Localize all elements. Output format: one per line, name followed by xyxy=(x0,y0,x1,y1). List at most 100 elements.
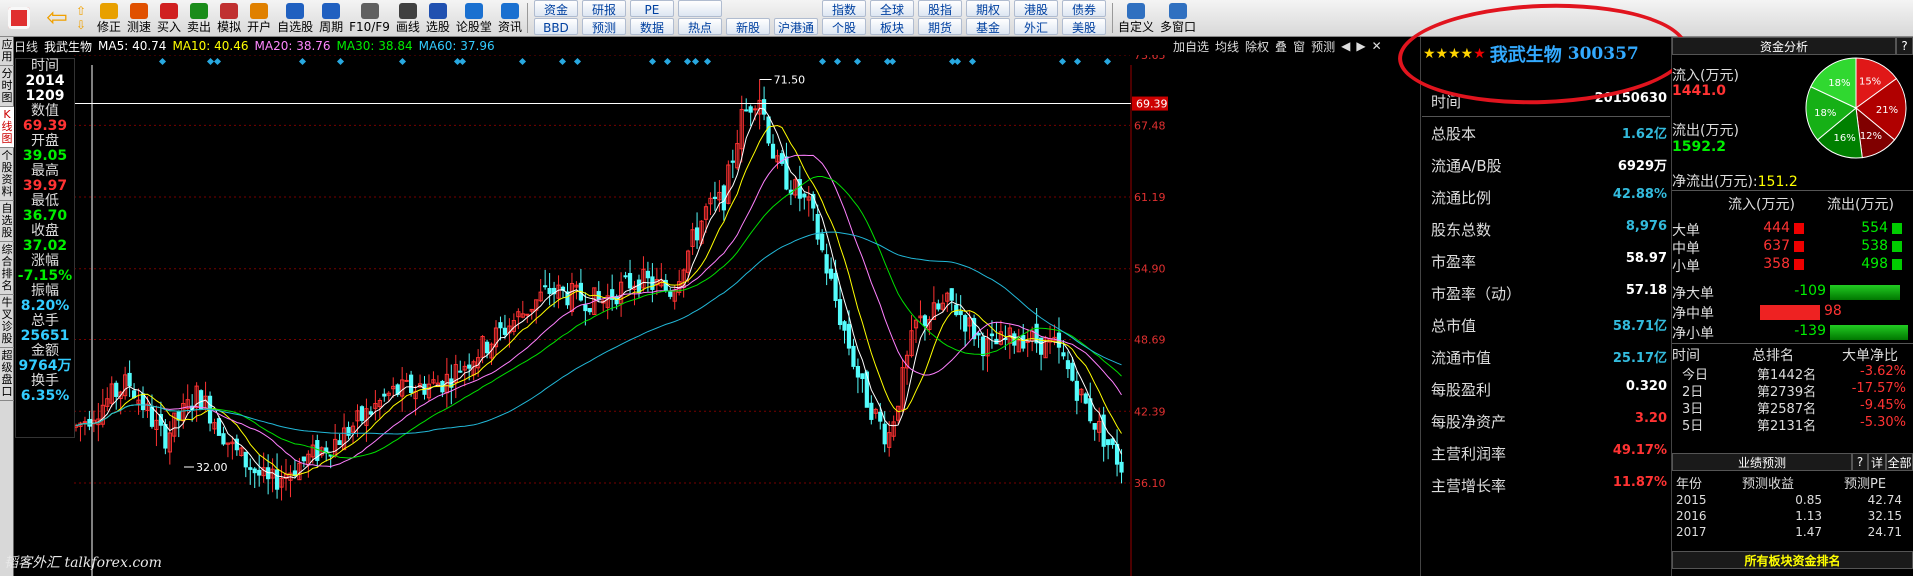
chart-tool-3[interactable]: 叠 xyxy=(1272,38,1290,55)
toolbar-button-8[interactable]: F10/F9 xyxy=(346,0,393,36)
next-icon[interactable]: ▶ xyxy=(1353,39,1368,53)
candle-body xyxy=(748,106,753,113)
quick-link-bottom[interactable]: 美股 xyxy=(1061,18,1106,35)
candle-body xyxy=(1119,461,1124,473)
kline-chart[interactable]: 73.65 69.39 67.48 61.19 54.90 48.69 42.39 36.10… xyxy=(14,55,1168,576)
event-marker-icon xyxy=(458,57,467,66)
info-divider xyxy=(1422,116,1670,117)
chart-tool-4[interactable]: 窗 xyxy=(1290,38,1308,55)
chart-tool-5[interactable]: 预测 xyxy=(1308,38,1338,55)
quick-link-bottom[interactable]: 数据 xyxy=(629,18,674,35)
rank-head: 总排名 xyxy=(1752,348,1794,364)
candle-body xyxy=(467,364,472,369)
quick-link-top[interactable] xyxy=(677,0,722,17)
info-row: 总市值 58.71亿 xyxy=(1431,315,1667,336)
toolbar-button-2[interactable]: 买入 xyxy=(154,0,184,36)
prev-icon[interactable]: ◀ xyxy=(1338,39,1353,53)
toolbar-button-label: 修正 xyxy=(97,20,122,34)
toolbar-button-7[interactable]: 周期 xyxy=(316,0,346,36)
rank-period: 5日 xyxy=(1682,419,1704,434)
toolbar-right-button-1[interactable]: 多窗口 xyxy=(1157,0,1199,36)
change-value: -7.15% xyxy=(17,268,73,284)
quick-link-bottom[interactable]: 板块 xyxy=(869,18,914,35)
toolbar-button-9[interactable]: 画线 xyxy=(393,0,423,36)
toolbar-right-button-0[interactable]: 自定义 xyxy=(1115,0,1157,36)
flow-help-button[interactable]: ? xyxy=(1896,37,1913,55)
candle-body xyxy=(878,411,883,422)
toolbar-button-6[interactable]: 自选股 xyxy=(274,0,316,36)
quick-link-top[interactable]: PE xyxy=(629,0,674,17)
candle-body xyxy=(976,332,981,336)
turnover-value: 6.35% xyxy=(20,388,70,404)
toolbar-button-11[interactable]: 论股堂 xyxy=(453,0,495,36)
info-label: 时间 xyxy=(1431,93,1462,111)
vtab-0[interactable]: 应用 xyxy=(0,37,14,66)
candle-body xyxy=(645,270,651,279)
chart-tool-0[interactable]: 加自选 xyxy=(1170,38,1212,55)
forecast-tab[interactable]: 全部 xyxy=(1886,453,1913,471)
info-row: 主营利润率 49.17% xyxy=(1431,443,1667,464)
close-label: 收盘 xyxy=(31,223,59,239)
forecast-pe: 32.15 xyxy=(1867,509,1902,523)
up-arrow-icon[interactable]: ⇧ xyxy=(76,4,94,18)
quick-link-bottom[interactable]: 个股 xyxy=(821,18,866,35)
forecast-tab[interactable]: 详 xyxy=(1868,453,1886,471)
vtab-4[interactable]: 自选股 xyxy=(0,201,14,242)
info-value: 6929万 xyxy=(1617,159,1667,174)
info-row: 股东总数 8,976 xyxy=(1431,219,1667,240)
forecast-tab[interactable]: ? xyxy=(1852,453,1868,471)
toolbar-button-3[interactable]: 卖出 xyxy=(184,0,214,36)
event-marker-icon xyxy=(818,57,827,66)
vtab-1[interactable]: 分时图 xyxy=(0,66,14,107)
back-button[interactable]: ⇦ xyxy=(38,0,76,36)
quick-link-bottom[interactable]: 外汇 xyxy=(1013,18,1058,35)
order-out-value: 554 xyxy=(1861,220,1888,236)
net-value: -109 xyxy=(1794,283,1826,299)
event-marker-icon xyxy=(573,57,582,66)
toolbar-button-label: 画线 xyxy=(395,20,420,34)
quick-link-bottom[interactable]: 热点 xyxy=(677,18,722,35)
info-value: 58.97 xyxy=(1625,251,1667,266)
quick-link-top[interactable]: 期权 xyxy=(965,0,1010,17)
chart-tool-1[interactable]: 均线 xyxy=(1212,38,1242,55)
quick-link-bottom[interactable]: 预测 xyxy=(581,18,626,35)
quick-link-bottom[interactable]: 沪港通 xyxy=(773,18,818,35)
quick-link-bottom[interactable]: BBD xyxy=(533,18,578,35)
quick-link-top[interactable]: 资金 xyxy=(533,0,578,17)
candle-body xyxy=(963,315,968,332)
quick-link-bottom[interactable]: 新股 xyxy=(725,18,770,35)
toolbar-button-0[interactable]: 修正 xyxy=(94,0,124,36)
quick-link-bottom[interactable]: 基金 xyxy=(965,18,1010,35)
net-outflow-label: 净流出(万元):151.2 xyxy=(1672,171,1798,191)
candle-body xyxy=(1083,393,1088,404)
down-arrow-icon[interactable]: ⇩ xyxy=(76,18,94,32)
vertical-tabs: 应用 分时图 K线图 个股资料 自选股 综合排名 牛叉诊股 超级盘口 xyxy=(0,37,14,576)
quick-link-top[interactable]: 全球 xyxy=(869,0,914,17)
vtab-7[interactable]: 超级盘口 xyxy=(0,348,14,401)
toolbar-button-label: 测速 xyxy=(127,20,152,34)
toolbar-button-4[interactable]: 模拟 xyxy=(214,0,244,36)
period-label[interactable]: 日线 xyxy=(14,38,38,55)
vtab-6[interactable]: 牛叉诊股 xyxy=(0,295,14,348)
toolbar-button-12[interactable]: 资讯 xyxy=(495,0,525,36)
quick-link-top[interactable]: 债券 xyxy=(1061,0,1106,17)
toolbar-button-10[interactable]: 选股 xyxy=(423,0,453,36)
quick-link-top[interactable]: 股指 xyxy=(917,0,962,17)
quick-link-top[interactable]: 指数 xyxy=(821,0,866,17)
quick-link-top[interactable]: 港股 xyxy=(1013,0,1058,17)
candle-body xyxy=(82,421,88,424)
home-button[interactable] xyxy=(0,0,38,36)
sell-icon xyxy=(190,3,209,19)
value-label: 数值 xyxy=(31,103,59,119)
toolbar-button-5[interactable]: 开户 xyxy=(244,0,274,36)
sector-rank-title[interactable]: 所有板块资金排名 xyxy=(1672,551,1913,569)
chart-tool-2[interactable]: 除权 xyxy=(1242,38,1272,55)
candle-body xyxy=(498,322,503,329)
quick-link-top[interactable]: 研报 xyxy=(581,0,626,17)
vtab-3[interactable]: 个股资料 xyxy=(0,148,14,201)
vtab-5[interactable]: 综合排名 xyxy=(0,242,14,295)
toolbar-button-1[interactable]: 测速 xyxy=(124,0,154,36)
close-icon[interactable]: ✕ xyxy=(1369,39,1385,53)
quick-link-bottom[interactable]: 期货 xyxy=(917,18,962,35)
vtab-2[interactable]: K线图 xyxy=(0,107,14,148)
